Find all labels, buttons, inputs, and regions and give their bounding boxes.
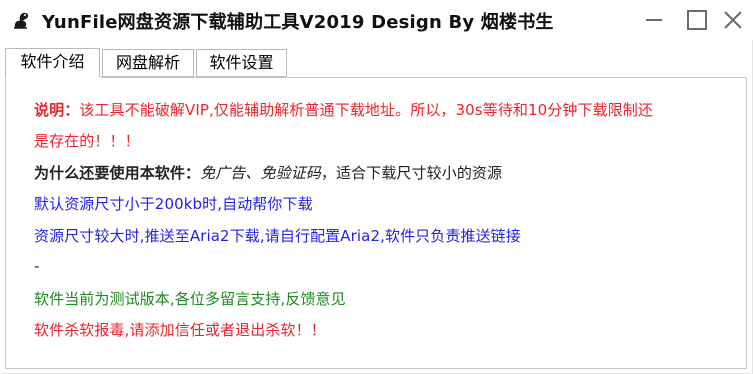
separator-line: - — [34, 257, 40, 275]
squirrel-app-icon — [11, 9, 33, 31]
app-window: YunFile网盘资源下载辅助工具V2019 Design By 烟楼书生 软件… — [0, 0, 753, 374]
window-title: YunFile网盘资源下载辅助工具V2019 Design By 烟楼书生 — [42, 12, 554, 33]
notice-line-1: 说明：该工具不能破解VIP,仅能辅助解析普通下载地址。所以，30s等待和10分钟… — [34, 99, 653, 120]
tab-intro[interactable]: 软件介绍 — [5, 48, 100, 78]
why-suffix: ，适合下载尺寸较小的资源 — [320, 164, 503, 182]
auto-download-line: 默认资源尺寸小于200kb时,自动帮你下载 — [34, 195, 313, 213]
notice-line-2: 是存在的！！！ — [34, 132, 140, 150]
maximize-icon[interactable] — [683, 6, 711, 34]
title-bar[interactable]: YunFile网盘资源下载辅助工具V2019 Design By 烟楼书生 — [0, 0, 753, 40]
why-line: 为什么还要使用本软件：免广告、免验证码，适合下载尺寸较小的资源 — [34, 162, 502, 183]
minimize-icon[interactable] — [640, 6, 668, 34]
why-reasons: 免广告、免验证码 — [200, 164, 321, 182]
why-label: 为什么还要使用本软件： — [34, 164, 201, 182]
notice-text-1: 该工具不能破解VIP,仅能辅助解析普通下载地址。所以，30s等待和10分钟下载限… — [79, 101, 654, 119]
notice-label: 说明： — [34, 101, 80, 119]
test-version-line: 软件当前为测试版本,各位多留言支持,反馈意见 — [34, 290, 346, 308]
tab-parse[interactable]: 网盘解析 — [102, 49, 194, 77]
tab-settings[interactable]: 软件设置 — [196, 49, 287, 77]
antivirus-line: 软件杀软报毒,请添加信任或者退出杀软！！ — [34, 321, 326, 339]
intro-panel: 说明：该工具不能破解VIP,仅能辅助解析普通下载地址。所以，30s等待和10分钟… — [5, 77, 747, 369]
aria2-push-line: 资源尺寸较大时,推送至Aria2下载,请自行配置Aria2,软件只负责推送链接 — [34, 227, 521, 245]
close-icon[interactable] — [719, 6, 747, 34]
